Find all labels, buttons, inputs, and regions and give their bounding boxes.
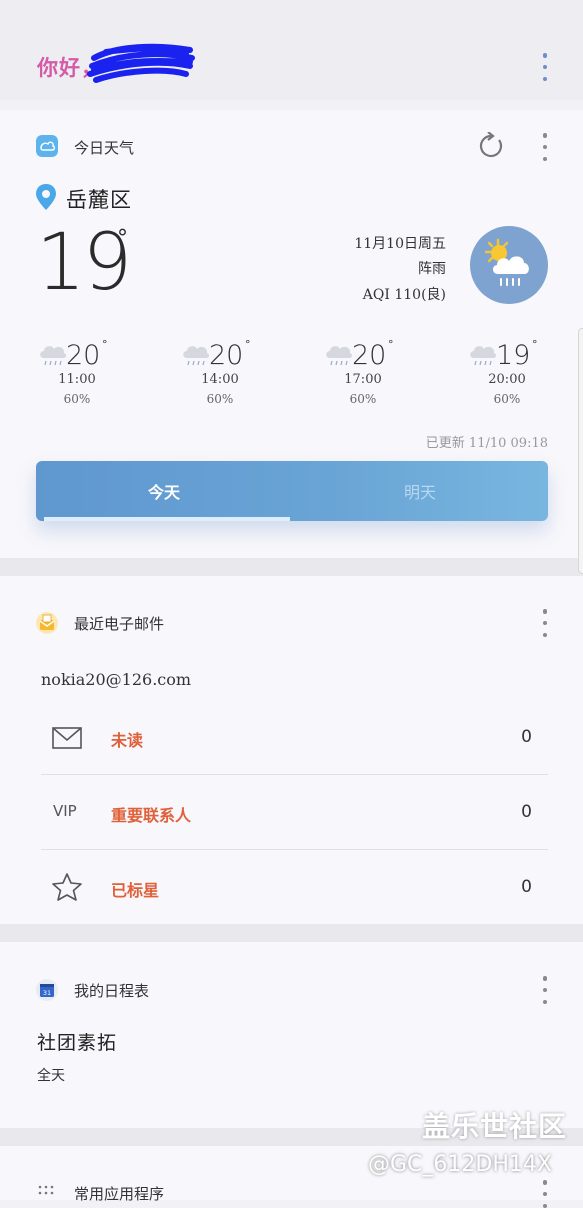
rain-cloud-icon [326, 346, 353, 366]
hourly-time: 14:00 [201, 372, 239, 387]
weather-date: 11月10日周五 [354, 236, 446, 252]
hourly-time: 11:00 [58, 372, 96, 387]
row-separator [41, 774, 548, 775]
email-account[interactable]: nokia20@126.com [41, 670, 191, 689]
refresh-icon[interactable] [477, 132, 505, 160]
calendar-icon-date: 31 [43, 989, 51, 997]
envelope-icon [52, 727, 82, 749]
hourly-precip: 60% [63, 392, 91, 406]
email-row-count: 0 [521, 877, 532, 897]
hourly-degree: ° [532, 338, 538, 351]
calendar-app-icon: 31 [36, 979, 58, 1001]
header-more-icon[interactable] [541, 53, 549, 81]
day-tab-bar: 今天 明天 [36, 461, 548, 521]
hourly-time: 17:00 [344, 372, 382, 387]
weather-more-icon[interactable] [541, 133, 549, 161]
section-divider [0, 924, 583, 942]
redaction-scribble [87, 43, 195, 83]
rain-cloud-icon [40, 346, 67, 366]
weather-app-icon [36, 135, 58, 157]
email-more-icon[interactable] [541, 609, 549, 637]
current-temperature-degree: ° [117, 226, 128, 251]
email-row-label: 重要联系人 [111, 806, 192, 825]
email-row-label: 未读 [111, 731, 144, 750]
email-row-unread[interactable]: 未读 0 [41, 701, 548, 775]
apps-card-title: 常用应用程序 [74, 1185, 165, 1203]
location-pin-icon [36, 184, 56, 210]
current-temperature: 19 [36, 218, 132, 308]
hourly-temp: 20 [352, 340, 387, 371]
vip-icon: VIP [53, 802, 77, 820]
hourly-degree: ° [245, 338, 251, 351]
email-row-label: 已标星 [111, 881, 160, 900]
rain-cloud-icon [183, 346, 210, 366]
email-row-count: 0 [521, 727, 532, 747]
last-updated: 已更新 11/10 09:18 [425, 436, 548, 451]
apps-more-icon[interactable] [541, 1180, 549, 1208]
apps-grid-icon [38, 1185, 54, 1195]
calendar-more-icon[interactable] [541, 976, 549, 1004]
row-separator [41, 849, 548, 850]
weather-card-title: 今日天气 [74, 139, 135, 157]
location-name[interactable]: 岳麓区 [66, 184, 132, 214]
section-divider [0, 558, 583, 576]
hourly-precip: 60% [493, 392, 521, 406]
scrollbar[interactable] [578, 328, 583, 574]
hourly-temp: 20 [209, 340, 244, 371]
email-row-count: 0 [521, 802, 532, 822]
event-time: 全天 [37, 1068, 65, 1084]
email-row-vip[interactable]: VIP 重要联系人 0 [41, 776, 548, 850]
watermark-site: 盖乐世社区 [422, 1110, 568, 1143]
hourly-time: 20:00 [488, 372, 526, 387]
watermark-user: @GC_612DH14X [368, 1152, 552, 1177]
weather-condition: 阵雨 [418, 261, 446, 277]
star-icon [52, 873, 82, 901]
hourly-temp: 20 [66, 340, 101, 371]
hourly-temp: 19 [496, 340, 531, 371]
email-row-starred[interactable]: 已标星 0 [41, 851, 548, 925]
rain-cloud-icon [470, 346, 497, 366]
hourly-precip: 60% [349, 392, 377, 406]
email-card-title: 最近电子邮件 [74, 615, 165, 633]
tab-indicator [44, 517, 290, 521]
tab-today[interactable]: 今天 [36, 461, 292, 521]
event-title[interactable]: 社团素拓 [37, 1028, 117, 1055]
tab-tomorrow[interactable]: 明天 [292, 461, 548, 521]
hourly-degree: ° [102, 338, 108, 351]
calendar-card-title: 我的日程表 [74, 982, 150, 1000]
hourly-precip: 60% [206, 392, 234, 406]
sun-cloud-rain-icon [484, 238, 529, 286]
email-app-icon [36, 612, 58, 634]
weather-aqi: AQI 110(良) [362, 287, 446, 303]
hourly-degree: ° [388, 338, 394, 351]
